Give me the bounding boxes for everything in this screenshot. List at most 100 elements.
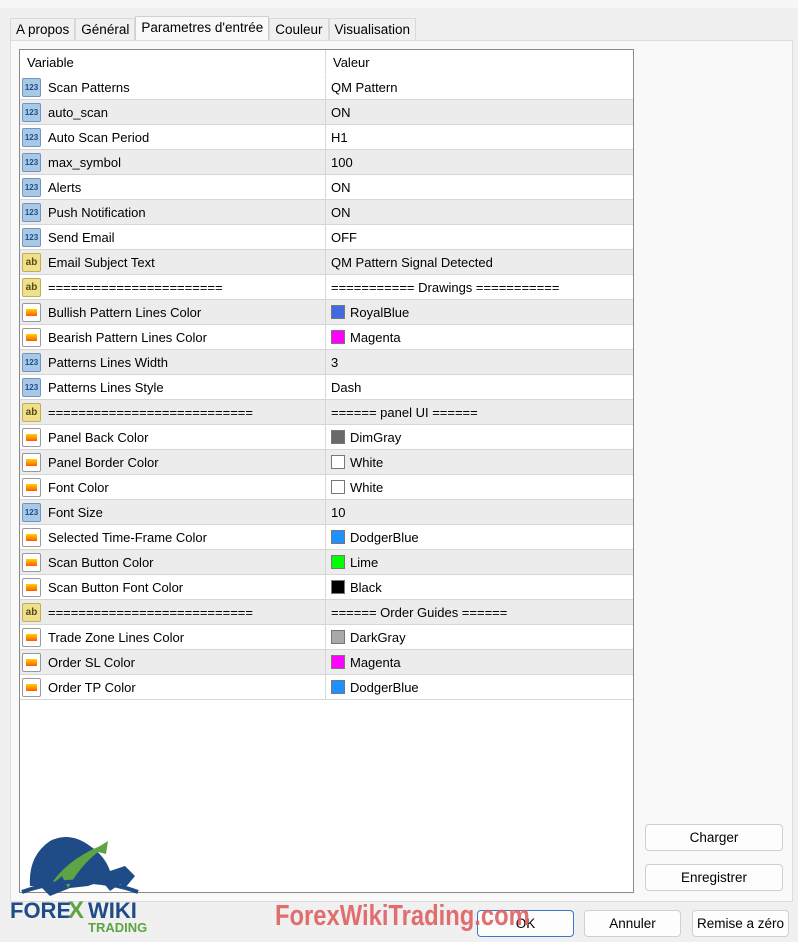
- number-type-icon: 123: [22, 77, 41, 97]
- value-cell[interactable]: 10: [326, 500, 633, 524]
- table-row[interactable]: ab =========================== ====== pane…: [20, 400, 633, 425]
- string-type-icon: ab: [22, 602, 41, 622]
- value-text: 10: [331, 504, 346, 520]
- value-cell[interactable]: 3: [326, 350, 633, 374]
- string-type-icon: ab: [22, 402, 41, 422]
- color-swatch: [331, 305, 345, 319]
- tab-3[interactable]: Couleur: [269, 18, 329, 41]
- table-row[interactable]: Panel Back Color DimGray: [20, 425, 633, 450]
- variable-name: =======================: [48, 279, 223, 295]
- value-cell[interactable]: 100: [326, 150, 633, 174]
- table-row[interactable]: Bullish Pattern Lines Color RoyalBlue: [20, 300, 633, 325]
- value-cell[interactable]: ====== Order Guides ======: [326, 600, 633, 624]
- color-type-icon: [22, 627, 41, 647]
- load-button[interactable]: Charger: [645, 824, 783, 851]
- number-type-icon: 123: [22, 377, 41, 397]
- value-cell[interactable]: H1: [326, 125, 633, 149]
- table-row[interactable]: ab ======================= =========== Dra…: [20, 275, 633, 300]
- value-cell[interactable]: DarkGray: [326, 625, 633, 649]
- variable-name: Email Subject Text: [48, 254, 155, 270]
- value-text: ON: [331, 104, 351, 120]
- tab-2[interactable]: Parametres d'entrée: [135, 16, 270, 41]
- table-row[interactable]: ab Email Subject Text QM Pattern Signal De…: [20, 250, 633, 275]
- string-type-icon: ab: [22, 252, 41, 272]
- value-text: Magenta: [350, 654, 401, 670]
- variable-name: Scan Patterns: [48, 79, 130, 95]
- value-text: OFF: [331, 229, 357, 245]
- value-cell[interactable]: OFF: [326, 225, 633, 249]
- number-type-icon: 123: [22, 227, 41, 247]
- table-row[interactable]: 123 Auto Scan Period H1: [20, 125, 633, 150]
- value-text: White: [350, 479, 384, 495]
- value-cell[interactable]: ON: [326, 100, 633, 124]
- value-cell[interactable]: DimGray: [326, 425, 633, 449]
- value-cell[interactable]: Dash: [326, 375, 633, 399]
- table-row[interactable]: 123 Scan Patterns QM Pattern: [20, 75, 633, 100]
- table-row[interactable]: 123 Push Notification ON: [20, 200, 633, 225]
- value-cell[interactable]: ON: [326, 200, 633, 224]
- table-row[interactable]: 123 Patterns Lines Width 3: [20, 350, 633, 375]
- value-cell[interactable]: DodgerBlue: [326, 675, 633, 699]
- number-type-icon: 123: [22, 102, 41, 122]
- value-cell[interactable]: ON: [326, 175, 633, 199]
- table-row[interactable]: Panel Border Color White: [20, 450, 633, 475]
- table-row[interactable]: Scan Button Color Lime: [20, 550, 633, 575]
- table-row[interactable]: Order TP Color DodgerBlue: [20, 675, 633, 700]
- value-cell[interactable]: Magenta: [326, 650, 633, 674]
- variable-name: auto_scan: [48, 104, 108, 120]
- value-cell[interactable]: DodgerBlue: [326, 525, 633, 549]
- tab-0[interactable]: A propos: [10, 18, 76, 41]
- color-swatch: [331, 555, 345, 569]
- value-cell[interactable]: ====== panel UI ======: [326, 400, 633, 424]
- tab-bar: A propos Général Parametres d'entrée Couleu…: [10, 16, 417, 41]
- svg-text:FORE: FORE: [10, 898, 71, 923]
- save-button[interactable]: Enregistrer: [645, 864, 783, 891]
- header-variable[interactable]: Variable: [20, 50, 326, 74]
- value-cell[interactable]: RoyalBlue: [326, 300, 633, 324]
- table-row[interactable]: 123 Patterns Lines Style Dash: [20, 375, 633, 400]
- tab-1[interactable]: Général: [75, 18, 136, 41]
- table-row[interactable]: Order SL Color Magenta: [20, 650, 633, 675]
- value-text: H1: [331, 129, 348, 145]
- color-swatch: [331, 630, 345, 644]
- header-value[interactable]: Valeur: [326, 50, 633, 74]
- table-row[interactable]: 123 max_symbol 100: [20, 150, 633, 175]
- value-cell[interactable]: Black: [326, 575, 633, 599]
- table-row[interactable]: Bearish Pattern Lines Color Magenta: [20, 325, 633, 350]
- variable-name: Order TP Color: [48, 679, 136, 695]
- cancel-button[interactable]: Annuler: [584, 910, 681, 937]
- color-type-icon: [22, 477, 41, 497]
- color-swatch: [331, 480, 345, 494]
- value-cell[interactable]: QM Pattern: [326, 75, 633, 99]
- value-text: Lime: [350, 554, 379, 570]
- variable-name: max_symbol: [48, 154, 121, 170]
- variable-name: Selected Time-Frame Color: [48, 529, 207, 545]
- value-cell[interactable]: Magenta: [326, 325, 633, 349]
- value-cell[interactable]: White: [326, 450, 633, 474]
- table-row[interactable]: ab =========================== ====== Orde…: [20, 600, 633, 625]
- table-row[interactable]: Font Color White: [20, 475, 633, 500]
- number-type-icon: 123: [22, 352, 41, 372]
- value-cell[interactable]: =========== Drawings ===========: [326, 275, 633, 299]
- table-row[interactable]: Trade Zone Lines Color DarkGray: [20, 625, 633, 650]
- value-text: ON: [331, 204, 351, 220]
- color-type-icon: [22, 302, 41, 322]
- table-row[interactable]: 123 Alerts ON: [20, 175, 633, 200]
- reset-button[interactable]: Remise a zéro: [692, 910, 789, 937]
- tab-4[interactable]: Visualisation: [328, 18, 417, 41]
- value-cell[interactable]: Lime: [326, 550, 633, 574]
- value-text: =========== Drawings ===========: [331, 279, 560, 295]
- table-row[interactable]: Selected Time-Frame Color DodgerBlue: [20, 525, 633, 550]
- table-row[interactable]: Scan Button Font Color Black: [20, 575, 633, 600]
- value-text: Black: [350, 579, 382, 595]
- table-row[interactable]: 123 auto_scan ON: [20, 100, 633, 125]
- table-row[interactable]: 123 Font Size 10: [20, 500, 633, 525]
- value-cell[interactable]: QM Pattern Signal Detected: [326, 250, 633, 274]
- number-type-icon: 123: [22, 202, 41, 222]
- variable-name: Send Email: [48, 229, 115, 245]
- variable-name: ===========================: [48, 604, 253, 620]
- color-type-icon: [22, 677, 41, 697]
- color-swatch: [331, 680, 345, 694]
- value-cell[interactable]: White: [326, 475, 633, 499]
- table-row[interactable]: 123 Send Email OFF: [20, 225, 633, 250]
